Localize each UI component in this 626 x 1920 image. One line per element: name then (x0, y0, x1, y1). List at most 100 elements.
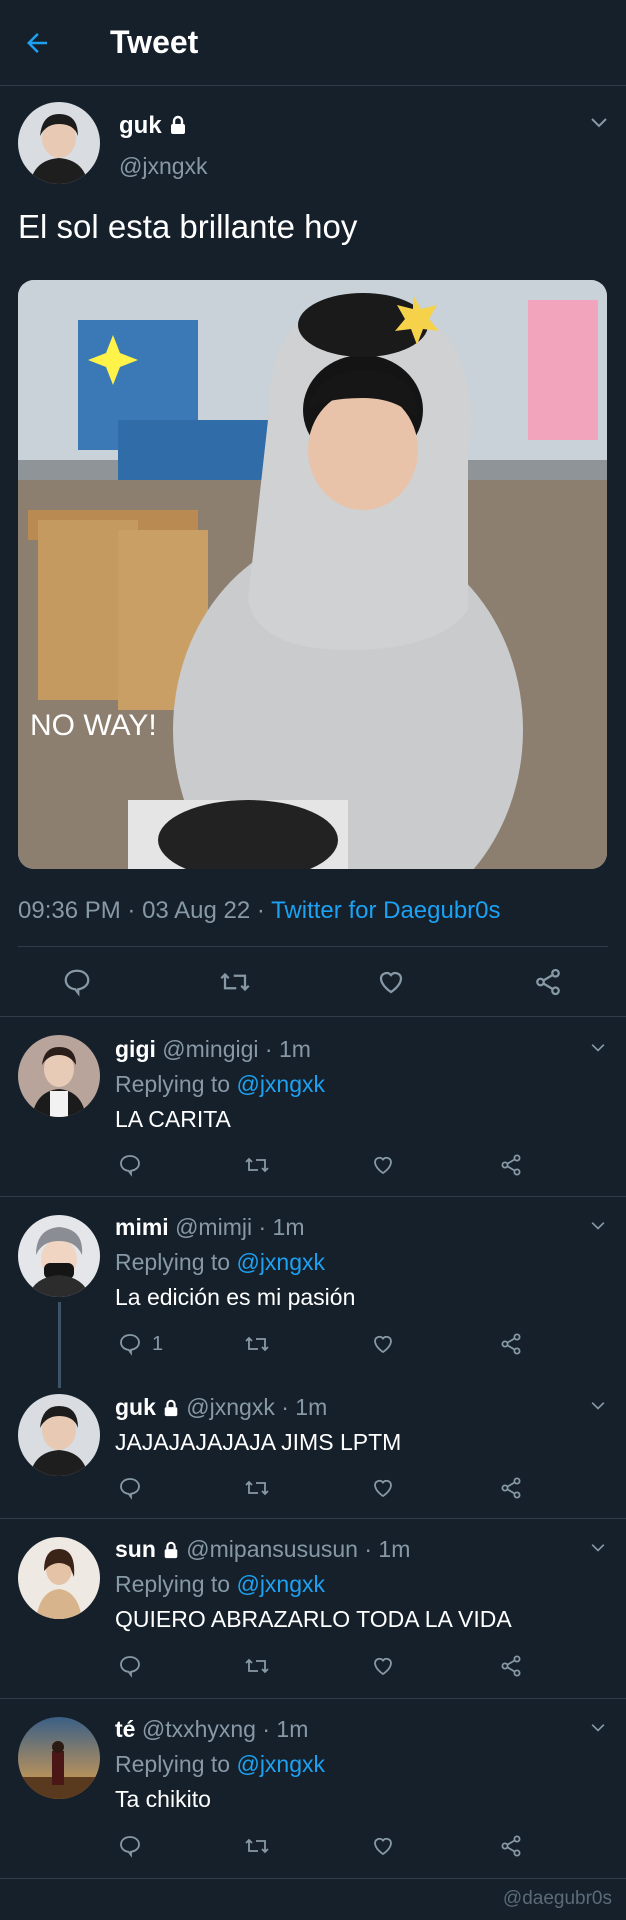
reply-button[interactable]: 1 (118, 1332, 163, 1356)
share-button[interactable] (533, 967, 563, 1002)
avatar[interactable] (18, 102, 100, 184)
chevron-down-icon[interactable] (590, 1040, 606, 1058)
chevron-down-icon[interactable] (590, 1218, 606, 1236)
reply-actions: 1 (0, 1332, 626, 1372)
reply-button[interactable] (118, 1476, 152, 1500)
like-button[interactable] (371, 1153, 395, 1177)
reply-time: 1m (278, 1036, 311, 1062)
author-name[interactable]: guk (119, 112, 188, 142)
watermark: @daegubr0s (502, 1888, 612, 1909)
retweet-icon (245, 1480, 269, 1496)
heart-icon (374, 1335, 392, 1354)
lock-icon (162, 1538, 180, 1565)
replying-to-link[interactable]: @jxngxk (236, 1071, 325, 1097)
chevron-down-icon[interactable] (590, 1398, 606, 1416)
tweet-actions (0, 958, 626, 1018)
divider (0, 1878, 626, 1879)
retweet-icon (245, 1336, 269, 1352)
like-button[interactable] (371, 1834, 395, 1858)
reply-button[interactable] (118, 1153, 152, 1177)
page-title: Tweet (110, 24, 199, 60)
reply-author-handle[interactable]: @jxngxk (186, 1394, 275, 1420)
retweet-icon (245, 1658, 269, 1674)
reply-author-handle[interactable]: @mingigi (162, 1036, 258, 1062)
retweet-button[interactable] (218, 967, 252, 1002)
reply-text: JAJAJAJAJAJA JIMS LPTM (115, 1429, 402, 1455)
like-button[interactable] (376, 967, 406, 1002)
reply-tweet[interactable]: té @txxhyxng · 1m Replying to @jxngxk Ta… (0, 1698, 626, 1878)
replying-label: Replying to (115, 1571, 231, 1597)
lock-icon (168, 114, 188, 142)
reply-actions (0, 1153, 626, 1193)
share-button[interactable] (499, 1332, 523, 1356)
share-icon (536, 968, 560, 996)
like-button[interactable] (371, 1476, 395, 1500)
reply-time: 1m (276, 1716, 309, 1742)
chevron-down-icon[interactable] (590, 116, 608, 134)
retweet-icon (245, 1157, 269, 1173)
chevron-down-icon[interactable] (590, 1720, 606, 1738)
avatar[interactable] (18, 1537, 100, 1619)
reply-text: La edición es mi pasión (115, 1284, 356, 1310)
tweet-date: 03 Aug 22 (142, 897, 251, 924)
retweet-button[interactable] (243, 1654, 271, 1678)
tweet-photo[interactable]: NO WAY! (18, 280, 607, 869)
reply-tweet[interactable]: sun @mipansususun · 1m Replying to @jxng… (0, 1518, 626, 1698)
retweet-button[interactable] (243, 1834, 271, 1858)
reply-author-name[interactable]: gigi (115, 1036, 156, 1062)
reply-author-name[interactable]: guk (115, 1394, 156, 1420)
reply-text: Ta chikito (115, 1786, 211, 1812)
share-button[interactable] (499, 1654, 523, 1678)
heart-icon (374, 1479, 392, 1498)
reply-icon (120, 1334, 140, 1356)
share-icon (501, 1655, 521, 1677)
app-header: Tweet (0, 0, 626, 86)
retweet-button[interactable] (243, 1332, 271, 1356)
retweet-button[interactable] (243, 1476, 271, 1500)
reply-icon (120, 1155, 140, 1177)
lock-icon (162, 1396, 180, 1423)
like-button[interactable] (371, 1654, 395, 1678)
share-button[interactable] (499, 1834, 523, 1858)
tweet-source[interactable]: Twitter for Daegubr0s (271, 897, 500, 924)
avatar[interactable] (18, 1394, 100, 1476)
reply-author-handle[interactable]: @mimji (175, 1214, 252, 1240)
reply-author-name[interactable]: té (115, 1716, 135, 1742)
tweet-meta: 09:36 PM · 03 Aug 22 · Twitter for Daegu… (18, 897, 501, 924)
back-button[interactable] (22, 24, 62, 64)
avatar[interactable] (18, 1717, 100, 1799)
reply-button[interactable] (62, 967, 92, 1002)
reply-author-name[interactable]: mimi (115, 1214, 169, 1240)
reply-time: 1m (378, 1536, 411, 1562)
avatar[interactable] (18, 1215, 100, 1297)
replying-to-link[interactable]: @jxngxk (236, 1751, 325, 1777)
author-handle[interactable]: @jxngxk (119, 153, 208, 180)
reply-actions (0, 1834, 626, 1874)
share-icon (501, 1154, 521, 1176)
reply-time: 1m (295, 1394, 328, 1420)
reply-author-handle[interactable]: @mipansususun (186, 1536, 358, 1562)
reply-tweet[interactable]: mimi @mimji · 1m Replying to @jxngxk La … (0, 1196, 626, 1376)
replying-to-link[interactable]: @jxngxk (236, 1249, 325, 1275)
share-button[interactable] (499, 1153, 523, 1177)
reply-author-handle[interactable]: @txxhyxng (142, 1716, 256, 1742)
reply-button[interactable] (118, 1834, 152, 1858)
share-button[interactable] (499, 1476, 523, 1500)
arrow-left-icon (27, 33, 47, 53)
reply-text: LA CARITA (115, 1106, 231, 1132)
share-icon (501, 1333, 521, 1355)
retweet-button[interactable] (243, 1153, 271, 1177)
reply-author-name[interactable]: sun (115, 1536, 156, 1562)
reply-button[interactable] (118, 1654, 152, 1678)
heart-icon (374, 1837, 392, 1856)
retweet-icon (245, 1838, 269, 1854)
replying-to-link[interactable]: @jxngxk (236, 1571, 325, 1597)
reply-icon (120, 1478, 140, 1500)
reply-tweet[interactable]: guk @jxngxk · 1m JAJAJAJAJAJA JIMS LPTM (0, 1376, 626, 1518)
reply-tweet[interactable]: gigi @mingigi · 1m Replying to @jxngxk L… (0, 1016, 626, 1194)
like-button[interactable] (371, 1332, 395, 1356)
reply-actions (0, 1654, 626, 1694)
chevron-down-icon[interactable] (590, 1540, 606, 1558)
avatar[interactable] (18, 1035, 100, 1117)
tweet-time: 09:36 PM (18, 897, 121, 924)
